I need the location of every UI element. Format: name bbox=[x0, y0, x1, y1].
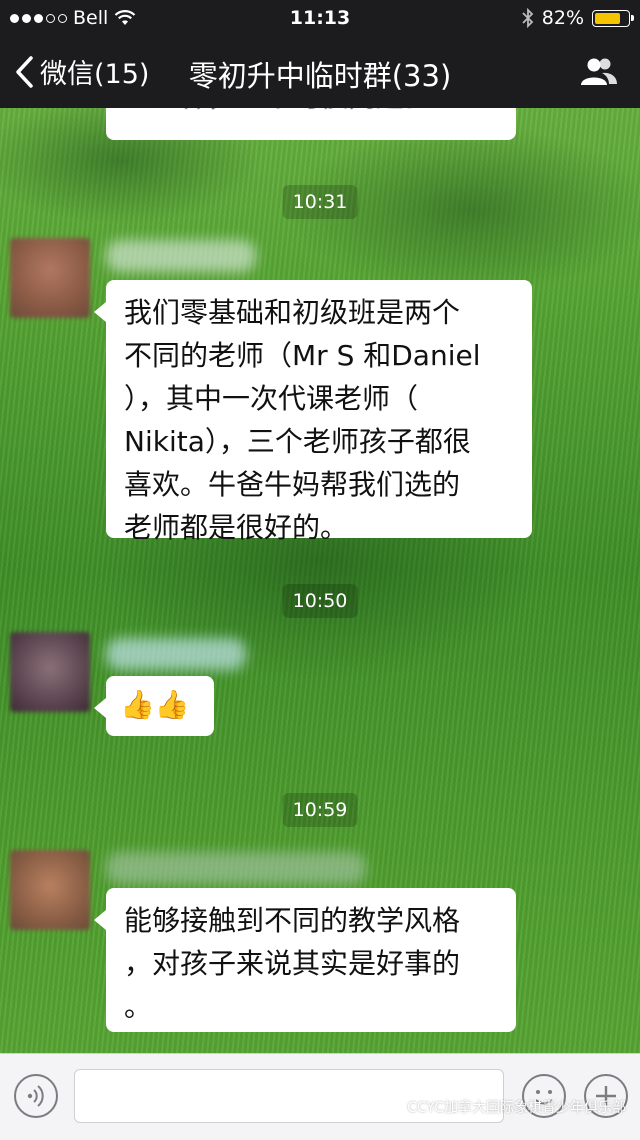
watermark-text: CCYC加拿大国际象棋青少年俱乐部 bbox=[407, 1100, 626, 1116]
message-timestamp: 10:50 bbox=[282, 584, 358, 618]
bluetooth-icon bbox=[522, 8, 534, 28]
message-line: 。 bbox=[124, 990, 153, 1023]
message-bubble[interactable]: 👍👍 bbox=[94, 676, 214, 736]
chevron-left-icon bbox=[16, 55, 33, 88]
nav-bar: 微信(15) 零初升中临时群(33) bbox=[0, 36, 640, 108]
back-label: 微信(15) bbox=[40, 59, 150, 90]
voice-button[interactable] bbox=[14, 1074, 58, 1118]
watermark: CCYC加拿大国际象棋青少年俱乐部 bbox=[379, 1097, 626, 1117]
message-line: 老师都是很好的。 bbox=[124, 511, 349, 544]
message-line: Nikita），三个老师孩子都很 bbox=[124, 425, 471, 458]
message-line: 我们零基础和初级班是两个 bbox=[124, 296, 461, 329]
status-bar: Bell 11:13 82% bbox=[0, 0, 640, 36]
thumbs-up-emoji: 👍👍 bbox=[120, 688, 190, 721]
group-members-icon[interactable] bbox=[580, 56, 618, 86]
voice-icon bbox=[27, 1085, 44, 1107]
sender-name bbox=[106, 638, 246, 670]
message-bubble[interactable]: 我们零基础和初级班是两个 不同的老师（Mr S 和Daniel ），其中一次代课… bbox=[94, 280, 532, 544]
sender-name bbox=[106, 852, 366, 884]
wechat-logo-icon bbox=[379, 1098, 401, 1115]
message-line: ，对孩子来说其实是好事的 bbox=[124, 947, 461, 980]
message-bubble[interactable]: 能够接触到不同的教学风格 ，对孩子来说其实是好事的 。 bbox=[94, 888, 516, 1032]
sender-name bbox=[106, 240, 256, 272]
avatar[interactable] bbox=[10, 632, 90, 712]
message-timestamp: 10:31 bbox=[282, 185, 358, 219]
message-line: ），其中一次代课老师（ bbox=[124, 382, 419, 415]
status-right: 82% bbox=[522, 7, 634, 29]
message-line: 不同的老师（Mr S 和Daniel bbox=[124, 339, 481, 372]
message-line: 能够接触到不同的教学风格 bbox=[124, 904, 461, 937]
battery-percent: 82% bbox=[541, 7, 584, 29]
message-line: 喜欢。牛爸牛妈帮我们选的 bbox=[124, 468, 461, 501]
avatar[interactable] bbox=[10, 238, 90, 318]
battery-icon bbox=[592, 9, 634, 27]
message-timestamp: 10:59 bbox=[282, 793, 358, 827]
back-button[interactable]: 微信(15) bbox=[14, 52, 149, 91]
avatar[interactable] bbox=[10, 850, 90, 930]
